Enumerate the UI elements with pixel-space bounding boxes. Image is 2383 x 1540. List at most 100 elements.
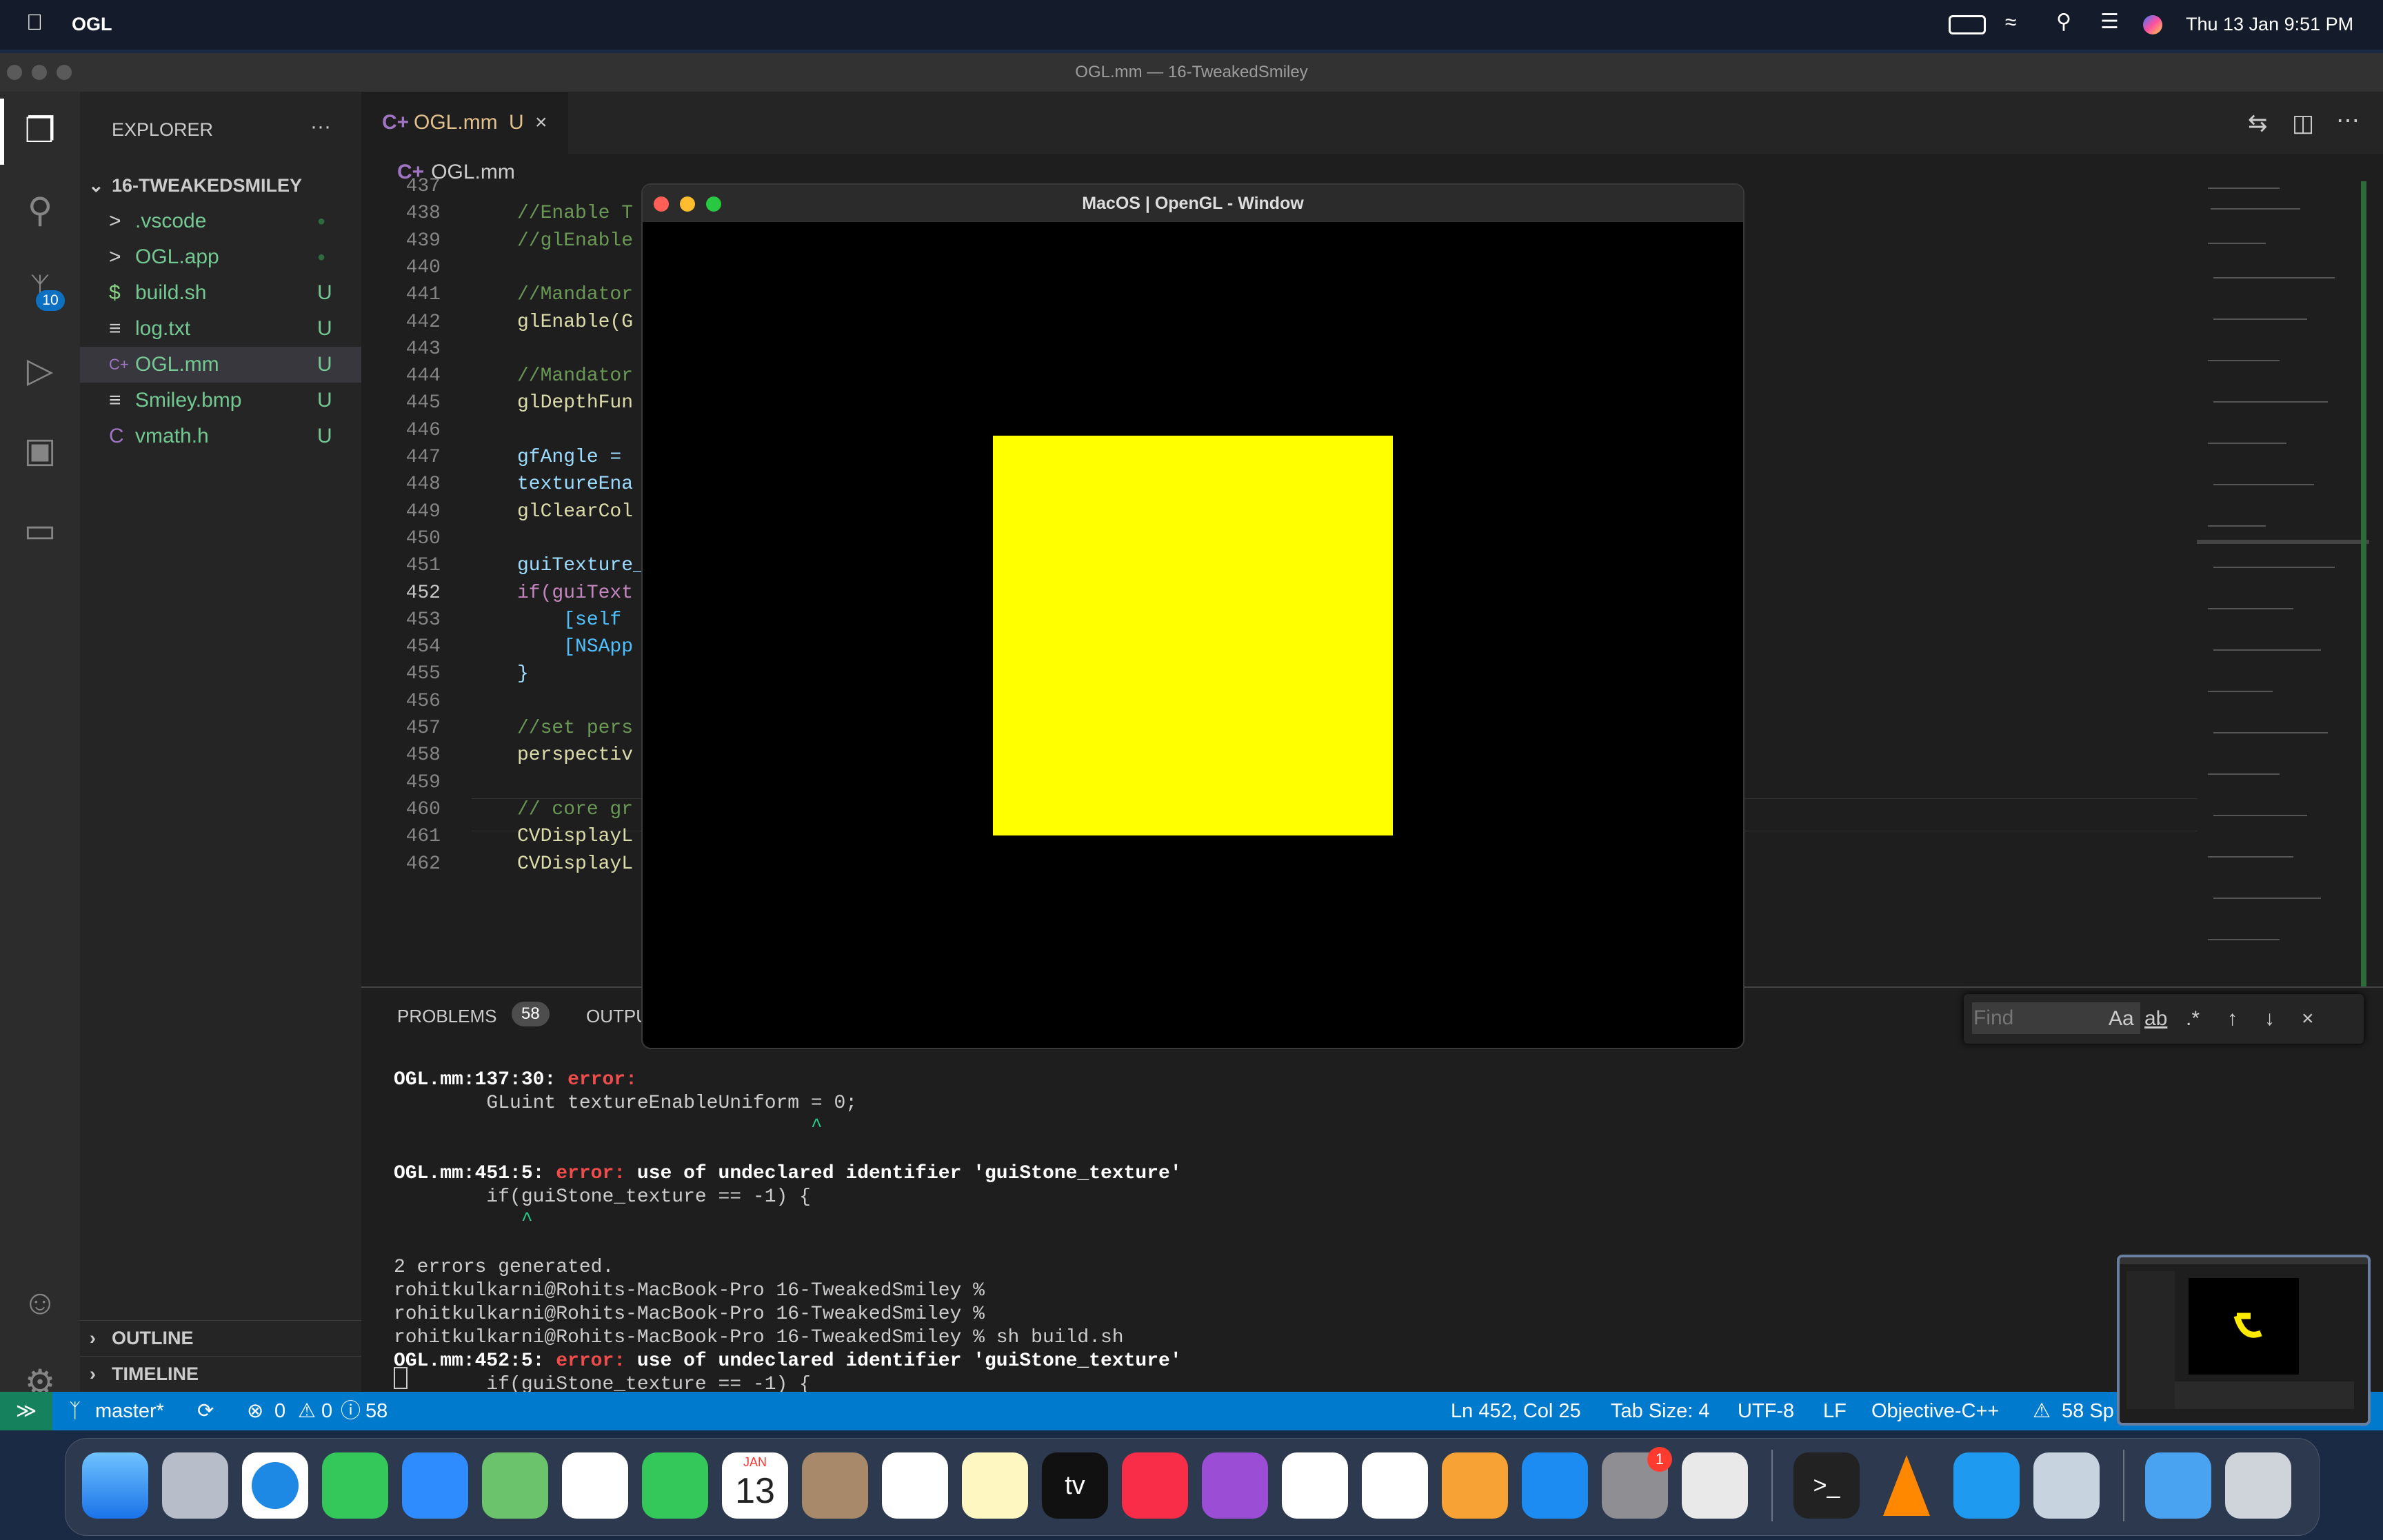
more-actions-icon[interactable]: ⋯: [2336, 107, 2360, 134]
code-line[interactable]: //Mandator: [517, 284, 633, 305]
folder-root[interactable]: ⌄ 16-TWEAKEDSMILEY: [80, 168, 361, 203]
menubar-clock[interactable]: Thu 13 Jan 9:51 PM: [2186, 14, 2353, 35]
error-location[interactable]: OGL.mm:452:5:: [394, 1350, 544, 1372]
pages-icon[interactable]: [1442, 1452, 1508, 1519]
preview-icon[interactable]: [2033, 1452, 2100, 1519]
vscode-icon[interactable]: [1953, 1452, 2020, 1519]
notes-icon[interactable]: [962, 1452, 1028, 1519]
keynote-icon[interactable]: [1282, 1452, 1348, 1519]
code-line[interactable]: //set pers: [517, 718, 633, 739]
code-line[interactable]: CVDisplayL: [517, 826, 633, 847]
maps-icon[interactable]: [482, 1452, 548, 1519]
code-line[interactable]: gfAngle =: [517, 447, 633, 468]
tab-ogl-mm[interactable]: C+ OGL.mm U ×: [361, 92, 568, 154]
minimize-window-button[interactable]: [32, 65, 47, 80]
explorer-file-item[interactable]: > OGL.app ●: [80, 239, 361, 275]
minimize-window-button[interactable]: [680, 196, 695, 212]
facetime-icon[interactable]: [642, 1452, 708, 1519]
explorer-file-item[interactable]: ≡ log.txt U: [80, 311, 361, 347]
wifi-icon[interactable]: ≈: [2005, 11, 2016, 34]
tab-size[interactable]: Tab Size: 4: [1611, 1392, 1709, 1430]
timeline-section[interactable]: › TIMELINE: [80, 1356, 361, 1391]
cursor-position[interactable]: Ln 452, Col 25: [1451, 1392, 1581, 1430]
close-find-icon[interactable]: ×: [2302, 994, 2314, 1044]
launchpad-icon[interactable]: [162, 1452, 228, 1519]
explorer-file-item[interactable]: > .vscode ●: [80, 203, 361, 239]
apple-tv-icon[interactable]: tv: [1042, 1452, 1108, 1519]
error-count[interactable]: 0: [274, 1392, 285, 1430]
outline-section[interactable]: › OUTLINE: [80, 1320, 361, 1355]
opengl-window[interactable]: MacOS | OpenGL - Window: [641, 183, 1744, 1049]
photos-icon[interactable]: [562, 1452, 628, 1519]
apple-icon[interactable]: : [26, 10, 43, 35]
podcasts-icon[interactable]: [1202, 1452, 1268, 1519]
terminal-icon[interactable]: >_: [1793, 1452, 1860, 1519]
code-line[interactable]: // core gr: [517, 799, 633, 820]
code-line[interactable]: //Mandator: [517, 365, 633, 387]
tab-problems[interactable]: PROBLEMS: [397, 1006, 497, 1027]
git-branch[interactable]: master*: [95, 1392, 164, 1430]
search-icon[interactable]: ⚲: [19, 190, 61, 231]
active-app-name[interactable]: OGL: [72, 14, 112, 35]
next-match-icon[interactable]: ↓: [2264, 994, 2275, 1044]
accounts-icon[interactable]: ☺: [19, 1281, 61, 1323]
extensions-icon[interactable]: ▣: [19, 429, 61, 471]
contacts-icon[interactable]: [802, 1452, 868, 1519]
sync-icon[interactable]: ⟳: [197, 1392, 214, 1430]
explorer-more-icon[interactable]: ···: [310, 115, 331, 139]
zoom-window-button[interactable]: [57, 65, 72, 80]
battery-icon[interactable]: [1949, 15, 1986, 34]
system-preferences-icon[interactable]: 1: [1602, 1447, 1672, 1519]
tab-output[interactable]: OUTPU: [586, 1006, 649, 1027]
code-line[interactable]: textureEna: [517, 474, 633, 495]
code-line[interactable]: perspectiv: [517, 744, 633, 766]
problems-status[interactable]: 58 Sp: [2062, 1392, 2114, 1430]
siri-icon[interactable]: [2143, 15, 2162, 34]
code-line[interactable]: glEnable(G: [517, 312, 633, 333]
explorer-file-item[interactable]: Cvmath.h U: [80, 418, 361, 454]
close-tab-icon[interactable]: ×: [535, 92, 547, 154]
info-count[interactable]: 58: [365, 1392, 388, 1430]
safari-icon[interactable]: [242, 1452, 308, 1519]
mail-icon[interactable]: [402, 1452, 468, 1519]
error-location[interactable]: OGL.mm:451:5:: [394, 1163, 544, 1184]
spotlight-search-icon[interactable]: ⚲: [2056, 10, 2071, 34]
end-of-line[interactable]: LF: [1823, 1392, 1847, 1430]
code-line[interactable]: CVDisplayL: [517, 853, 633, 875]
close-window-button[interactable]: [7, 65, 22, 80]
control-center-icon[interactable]: ☰: [2100, 10, 2119, 34]
remote-indicator-icon[interactable]: ≫: [0, 1392, 52, 1430]
messages-icon[interactable]: [322, 1452, 388, 1519]
downloads-folder-icon[interactable]: [2145, 1452, 2211, 1519]
code-line[interactable]: glDepthFun: [517, 392, 633, 414]
open-changes-icon[interactable]: ⇆: [2248, 110, 2268, 137]
minimap[interactable]: [2197, 181, 2369, 988]
previous-match-icon[interactable]: ↑: [2227, 994, 2238, 1044]
code-line[interactable]: glClearCol: [517, 501, 633, 523]
split-editor-icon[interactable]: ◫: [2292, 110, 2314, 137]
music-icon[interactable]: [1122, 1452, 1188, 1519]
language-mode[interactable]: Objective-C++: [1871, 1392, 1999, 1430]
textedit-icon[interactable]: [1682, 1452, 1748, 1519]
trash-icon[interactable]: [2225, 1452, 2291, 1519]
error-location[interactable]: OGL.mm:137:30:: [394, 1069, 556, 1091]
match-whole-word-toggle[interactable]: ab: [2144, 994, 2167, 1044]
vlc-icon[interactable]: [1873, 1452, 1940, 1519]
app-store-icon[interactable]: [1522, 1452, 1588, 1519]
remote-explorer-icon[interactable]: ▭: [19, 509, 61, 551]
code-line[interactable]: //glEnable: [517, 230, 633, 252]
explorer-file-item[interactable]: $ build.sh U: [80, 275, 361, 311]
numbers-icon[interactable]: [1362, 1452, 1428, 1519]
encoding[interactable]: UTF-8: [1738, 1392, 1794, 1430]
run-debug-icon[interactable]: ▷: [19, 349, 61, 391]
code-line[interactable]: [NSApp: [517, 636, 633, 658]
code-line[interactable]: //Enable T: [517, 203, 633, 224]
code-line[interactable]: }: [517, 663, 529, 685]
calendar-icon[interactable]: JAN 13: [722, 1452, 788, 1519]
finder-icon[interactable]: [82, 1452, 148, 1519]
explorer-file-item[interactable]: ≡ Smiley.bmp U: [80, 383, 361, 418]
warning-count[interactable]: 0: [321, 1392, 332, 1430]
code-line[interactable]: if(guiText: [517, 582, 633, 604]
explorer-files-icon[interactable]: ❐: [19, 110, 61, 151]
code-line[interactable]: guiTexture_: [517, 555, 645, 576]
